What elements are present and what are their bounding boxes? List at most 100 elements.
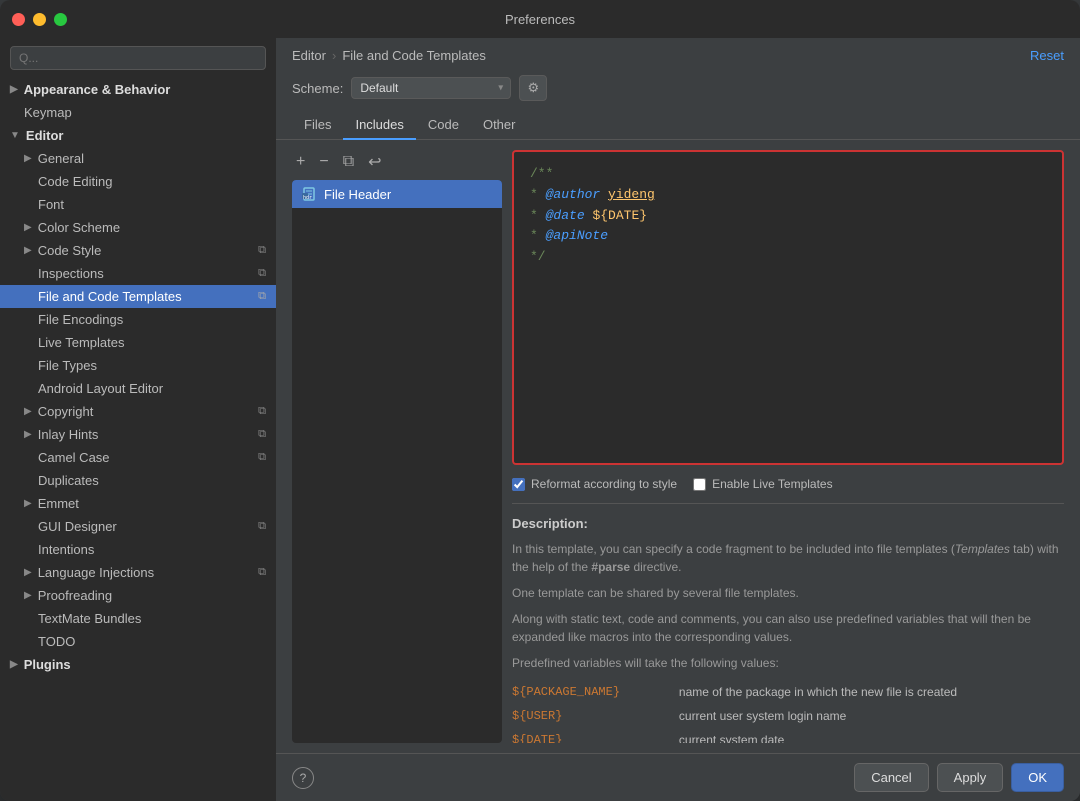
svg-text:hdr: hdr xyxy=(303,195,312,201)
sidebar-item-lang-injections[interactable]: ▶ Language Injections ⧉ xyxy=(0,561,276,584)
sidebar-item-file-code-templates[interactable]: File and Code Templates ⧉ xyxy=(0,285,276,308)
template-list: hdr File Header xyxy=(292,180,502,743)
breadcrumb-current: File and Code Templates xyxy=(342,48,486,63)
sidebar-item-intentions[interactable]: Intentions xyxy=(0,538,276,561)
var-desc-user: current user system login name xyxy=(679,704,1064,728)
description-text-4: Predefined variables will take the follo… xyxy=(512,654,1064,672)
copy-icon: ⧉ xyxy=(258,566,266,579)
tab-other[interactable]: Other xyxy=(471,111,528,140)
sidebar-item-proofreading[interactable]: ▶ Proofreading xyxy=(0,584,276,607)
maximize-button[interactable] xyxy=(54,13,67,26)
apply-button[interactable]: Apply xyxy=(937,763,1004,792)
code-line-3: * @date ${DATE} xyxy=(530,206,1046,227)
checkboxes-row: Reformat according to style Enable Live … xyxy=(512,473,1064,495)
copy-icon: ⧉ xyxy=(258,428,266,441)
bottom-bar: ? Cancel Apply OK xyxy=(276,753,1080,801)
remove-template-button[interactable]: − xyxy=(315,151,332,173)
list-toolbar: + − ⧉ ↩ xyxy=(292,150,502,174)
var-name-package: ${PACKAGE_NAME} xyxy=(512,680,679,704)
panel-header: Editor › File and Code Templates Reset xyxy=(276,38,1080,69)
list-item-file-header[interactable]: hdr File Header xyxy=(292,180,502,208)
sidebar-item-general[interactable]: ▶ General xyxy=(0,147,276,170)
scheme-bar: Scheme: Default ▾ ⚙ xyxy=(276,69,1080,111)
sidebar-item-keymap[interactable]: Keymap xyxy=(0,101,276,124)
variables-table: ${PACKAGE_NAME} name of the package in w… xyxy=(512,680,1064,744)
sidebar-item-font[interactable]: Font xyxy=(0,193,276,216)
copy-icon: ⧉ xyxy=(258,267,266,280)
right-panel: Editor › File and Code Templates Reset S… xyxy=(276,38,1080,801)
copy-icon: ⧉ xyxy=(258,520,266,533)
sidebar-item-editor[interactable]: ▼ Editor xyxy=(0,124,276,147)
description-text-1: In this template, you can specify a code… xyxy=(512,540,1064,576)
sidebar-item-file-types[interactable]: File Types xyxy=(0,354,276,377)
sidebar-item-camel-case[interactable]: Camel Case ⧉ xyxy=(0,446,276,469)
file-header-icon: hdr xyxy=(302,186,318,202)
sidebar-item-file-encodings[interactable]: File Encodings xyxy=(0,308,276,331)
live-templates-checkbox[interactable] xyxy=(693,478,706,491)
reformat-checkbox[interactable] xyxy=(512,478,525,491)
chevron-right-icon: ▶ xyxy=(24,429,32,440)
bottom-left: ? xyxy=(292,767,314,789)
var-row-user: ${USER} current user system login name xyxy=(512,704,1064,728)
sidebar-item-todo[interactable]: TODO xyxy=(0,630,276,653)
var-row-package: ${PACKAGE_NAME} name of the package in w… xyxy=(512,680,1064,704)
tab-files[interactable]: Files xyxy=(292,111,343,140)
scheme-select-wrapper: Default ▾ xyxy=(351,77,511,99)
sidebar-item-live-templates[interactable]: Live Templates xyxy=(0,331,276,354)
breadcrumb-parent: Editor xyxy=(292,48,326,63)
chevron-right-icon: ▶ xyxy=(24,245,32,256)
sidebar-item-duplicates[interactable]: Duplicates xyxy=(0,469,276,492)
help-button[interactable]: ? xyxy=(292,767,314,789)
editor-area: /** * @author yideng * @date ${DATE} * @… xyxy=(512,150,1064,743)
sidebar-item-inspections[interactable]: Inspections ⧉ xyxy=(0,262,276,285)
copy-icon: ⧉ xyxy=(258,290,266,303)
breadcrumb: Editor › File and Code Templates xyxy=(292,48,486,63)
live-templates-checkbox-label[interactable]: Enable Live Templates xyxy=(693,477,833,491)
sidebar-item-copyright[interactable]: ▶ Copyright ⧉ xyxy=(0,400,276,423)
reset-template-button[interactable]: ↩ xyxy=(364,150,385,174)
code-line-4: * @apiNote xyxy=(530,226,1046,247)
copy-icon: ⧉ xyxy=(258,405,266,418)
tab-code[interactable]: Code xyxy=(416,111,471,140)
reset-button[interactable]: Reset xyxy=(1030,48,1064,63)
code-editor[interactable]: /** * @author yideng * @date ${DATE} * @… xyxy=(512,150,1064,465)
sidebar-item-plugins[interactable]: ▶ Plugins xyxy=(0,653,276,676)
copy-template-button[interactable]: ⧉ xyxy=(339,151,358,173)
description-text-2: One template can be shared by several fi… xyxy=(512,584,1064,602)
sidebar-item-inlay-hints[interactable]: ▶ Inlay Hints ⧉ xyxy=(0,423,276,446)
reformat-checkbox-label[interactable]: Reformat according to style xyxy=(512,477,677,491)
cancel-button[interactable]: Cancel xyxy=(854,763,928,792)
ok-button[interactable]: OK xyxy=(1011,763,1064,792)
sidebar-item-textmate-bundles[interactable]: TextMate Bundles xyxy=(0,607,276,630)
sidebar-item-emmet[interactable]: ▶ Emmet xyxy=(0,492,276,515)
sidebar-item-color-scheme[interactable]: ▶ Color Scheme xyxy=(0,216,276,239)
panel-body: + − ⧉ ↩ xyxy=(276,140,1080,753)
search-input[interactable] xyxy=(10,46,266,70)
main-content: ▶ Appearance & Behavior Keymap ▼ Editor … xyxy=(0,38,1080,801)
copy-icon: ⧉ xyxy=(258,451,266,464)
preferences-window: Preferences ▶ Appearance & Behavior Keym… xyxy=(0,0,1080,801)
code-line-2: * @author yideng xyxy=(530,185,1046,206)
sidebar-item-code-editing[interactable]: Code Editing xyxy=(0,170,276,193)
minimize-button[interactable] xyxy=(33,13,46,26)
tab-includes[interactable]: Includes xyxy=(343,111,415,140)
var-name-date: ${DATE} xyxy=(512,728,679,744)
chevron-right-icon: ▶ xyxy=(24,406,32,417)
var-desc-date: current system date xyxy=(679,728,1064,744)
sidebar: ▶ Appearance & Behavior Keymap ▼ Editor … xyxy=(0,38,276,801)
sidebar-item-gui-designer[interactable]: GUI Designer ⧉ xyxy=(0,515,276,538)
search-bar xyxy=(0,38,276,78)
scheme-select[interactable]: Default xyxy=(351,77,511,99)
add-template-button[interactable]: + xyxy=(292,151,309,173)
close-button[interactable] xyxy=(12,13,25,26)
list-item-label: File Header xyxy=(324,187,391,202)
breadcrumb-separator: › xyxy=(332,48,336,63)
sidebar-item-code-style[interactable]: ▶ Code Style ⧉ xyxy=(0,239,276,262)
sidebar-item-appearance[interactable]: ▶ Appearance & Behavior xyxy=(0,78,276,101)
chevron-right-icon: ▶ xyxy=(24,498,32,509)
gear-icon: ⚙ xyxy=(527,80,539,96)
scheme-label: Scheme: xyxy=(292,81,343,96)
var-row-date: ${DATE} current system date xyxy=(512,728,1064,744)
sidebar-item-android-layout[interactable]: Android Layout Editor xyxy=(0,377,276,400)
gear-button[interactable]: ⚙ xyxy=(519,75,547,101)
